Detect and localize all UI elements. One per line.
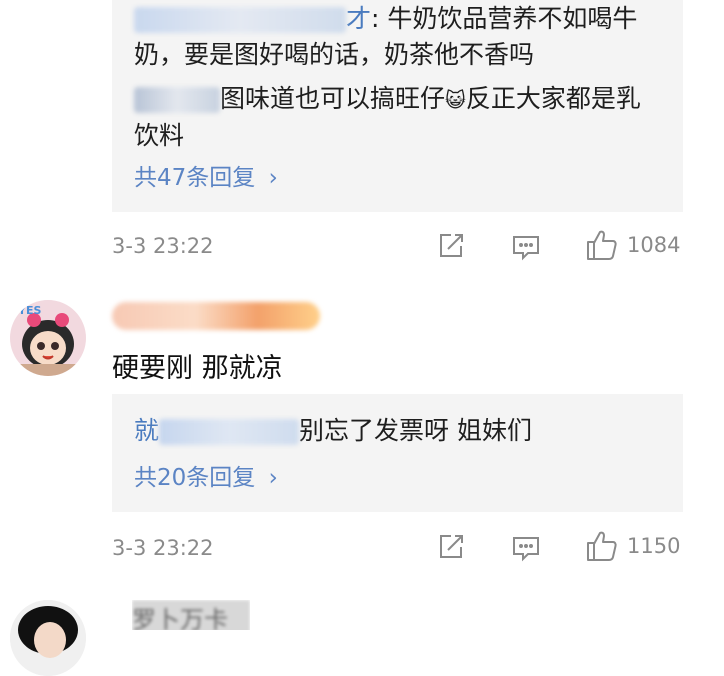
reply-text: 奶，要是图好喝的话，奶茶他不香吗 xyxy=(134,40,535,69)
thumbs-up-icon xyxy=(585,228,619,262)
timestamp: 3-3 23:22 xyxy=(112,234,214,258)
reply-line: 图味道也可以搞旺仔😺反正大家都是乳 xyxy=(134,80,641,119)
comment-icon[interactable] xyxy=(511,234,541,262)
reply-text: 反正大家都是乳 xyxy=(465,84,641,113)
avatar[interactable]: YES xyxy=(10,300,86,376)
like-button[interactable]: 1084 xyxy=(585,228,680,262)
reply-line: 才: 牛奶饮品营养不如喝牛 xyxy=(134,0,637,38)
reply-username[interactable]: 才 xyxy=(346,4,371,33)
avatar[interactable] xyxy=(10,600,86,676)
more-replies-label: 共20条回复 xyxy=(134,465,256,491)
blurred-username xyxy=(134,87,220,113)
more-replies-link[interactable]: 共47条回复 › xyxy=(134,158,278,192)
chevron-right-icon: › xyxy=(268,465,278,491)
reply-text: 别忘了发票呀 姐妹们 xyxy=(299,416,532,445)
comment-text: 硬要刚 那就凉 xyxy=(112,353,283,384)
more-replies-link[interactable]: 共20条回复 › xyxy=(134,458,278,492)
timestamp: 3-3 23:22 xyxy=(112,536,214,560)
reply-text: 牛奶饮品营养不如喝牛 xyxy=(379,4,638,33)
reply-text: 图味道也可以搞旺仔 xyxy=(220,84,446,113)
reply-line: 奶，要是图好喝的话，奶茶他不香吗 xyxy=(134,36,534,74)
like-count: 1150 xyxy=(627,534,681,558)
blurred-username xyxy=(159,419,300,445)
reply-line: 就 别忘了发票呀 姐妹们 xyxy=(134,412,532,450)
like-count: 1084 xyxy=(627,233,681,257)
blurred-username xyxy=(134,7,346,33)
reply-text: 饮料 xyxy=(134,121,185,150)
reply-line: 饮料 xyxy=(134,117,184,155)
reply-box-2: 就 别忘了发票呀 姐妹们 共20条回复 › xyxy=(112,394,683,512)
reply-box-1: 才: 牛奶饮品营养不如喝牛 奶，要是图好喝的话，奶茶他不香吗 图味道也可以搞旺仔… xyxy=(112,0,683,212)
avatar-badge: YES xyxy=(18,304,42,317)
comment-icon[interactable] xyxy=(511,535,541,563)
emoji-icon: 😺 xyxy=(445,88,466,112)
reply-username[interactable]: 就 xyxy=(134,416,159,445)
like-button[interactable]: 1150 xyxy=(585,529,680,563)
share-icon[interactable] xyxy=(437,533,465,561)
thumbs-up-icon xyxy=(585,529,619,563)
blurred-username[interactable] xyxy=(112,302,320,330)
blurred-username[interactable]: 罗卜万卡 xyxy=(132,600,250,630)
username: 罗卜万卡 xyxy=(132,600,250,630)
more-replies-label: 共47条回复 xyxy=(134,165,256,191)
chevron-right-icon: › xyxy=(268,165,278,191)
share-icon[interactable] xyxy=(437,232,465,260)
